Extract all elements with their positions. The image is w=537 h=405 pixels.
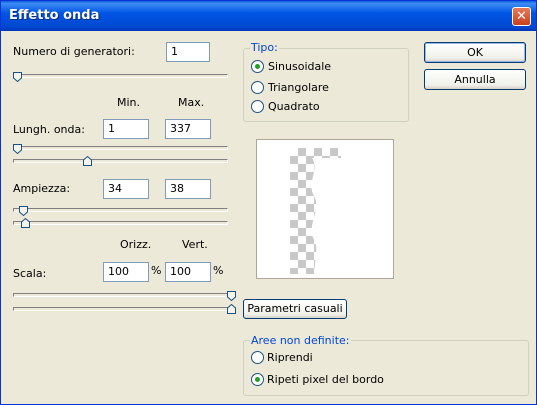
wavelength-min-slider-thumb[interactable]: [13, 144, 22, 154]
square-label[interactable]: Quadrato: [268, 100, 320, 113]
title-bar[interactable]: Effetto onda ✕: [1, 1, 536, 31]
wavelength-min-input[interactable]: 1: [103, 119, 149, 139]
scale-vertical-slider-track[interactable]: [13, 307, 236, 311]
undefined-areas-legend: Aree non definite:: [250, 334, 351, 347]
scale-label: Scala:: [13, 267, 47, 280]
radio-selected-dot: [255, 377, 260, 382]
amplitude-label: Ampiezza:: [13, 182, 71, 195]
generators-slider-thumb[interactable]: [13, 72, 22, 82]
wavelength-min-slider-track[interactable]: [13, 146, 228, 150]
square-radio[interactable]: [251, 100, 264, 113]
scale-vertical-percent: %: [213, 264, 224, 277]
undefined-areas-groupbox: [243, 340, 529, 396]
close-icon[interactable]: ✕: [512, 7, 531, 26]
random-parameters-button[interactable]: Parametri casuali: [243, 299, 347, 319]
horizontal-header: Orizz.: [120, 238, 152, 251]
max-header: Max.: [178, 96, 205, 109]
wave-shape: [311, 158, 341, 274]
repeat-edge-pixels-radio[interactable]: [251, 373, 264, 386]
amplitude-min-slider-track[interactable]: [13, 208, 228, 212]
scale-vertical-slider-thumb[interactable]: [227, 304, 236, 314]
radio-selected-dot: [255, 64, 260, 69]
scale-horizontal-slider-track[interactable]: [13, 293, 236, 297]
generators-slider-track[interactable]: [13, 74, 228, 78]
sinusoidal-label[interactable]: Sinusoidale: [268, 60, 331, 73]
vertical-header: Vert.: [182, 238, 208, 251]
wavelength-label: Lungh. onda:: [13, 123, 85, 136]
amplitude-min-slider-thumb[interactable]: [19, 206, 28, 216]
scale-vertical-input[interactable]: 100: [165, 262, 211, 282]
generators-input[interactable]: 1: [166, 42, 210, 62]
wave-effect-dialog: Effetto onda ✕ Numero di generatori: 1 M…: [0, 0, 537, 405]
type-legend: Tipo:: [250, 41, 279, 54]
window-title: Effetto onda: [9, 8, 100, 23]
amplitude-max-slider-track[interactable]: [13, 221, 228, 225]
ok-button[interactable]: OK: [424, 42, 526, 63]
wrap-around-radio[interactable]: [251, 351, 264, 364]
wavelength-max-slider-track[interactable]: [13, 159, 228, 163]
wavelength-max-slider-thumb[interactable]: [83, 156, 92, 166]
scale-horizontal-percent: %: [151, 264, 162, 277]
triangular-label[interactable]: Triangolare: [268, 81, 329, 94]
amplitude-max-input[interactable]: 38: [165, 179, 211, 199]
scale-horizontal-slider-thumb[interactable]: [227, 291, 236, 301]
triangular-radio[interactable]: [251, 81, 264, 94]
repeat-edge-pixels-label[interactable]: Ripeti pixel del bordo: [267, 373, 384, 386]
scale-horizontal-input[interactable]: 100: [103, 262, 149, 282]
amplitude-max-slider-thumb[interactable]: [21, 218, 30, 228]
preview-pane: [256, 139, 394, 279]
sinusoidal-radio[interactable]: [251, 60, 264, 73]
wavelength-max-input[interactable]: 337: [165, 119, 211, 139]
preview-image: [290, 148, 341, 274]
cancel-button[interactable]: Annulla: [424, 69, 526, 90]
generators-label: Numero di generatori:: [13, 45, 135, 58]
wrap-around-label[interactable]: Riprendi: [267, 351, 313, 364]
min-header: Min.: [117, 96, 141, 109]
amplitude-min-input[interactable]: 34: [103, 179, 149, 199]
